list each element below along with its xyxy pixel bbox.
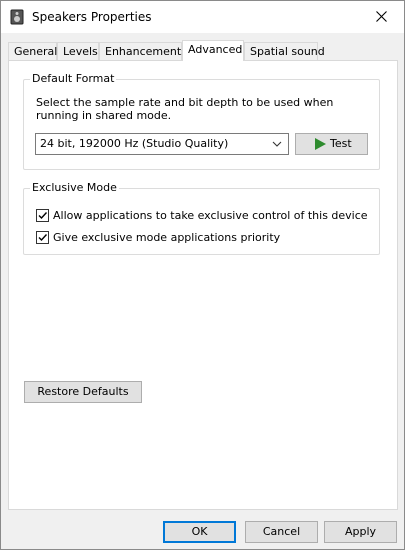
exclusive-mode-label: Exclusive Mode [30,181,119,194]
checkmark-icon [38,233,48,241]
advanced-panel: Default Format Select the sample rate an… [8,60,398,510]
tab-strip: General Levels Enhancements Advanced Spa… [8,40,398,61]
default-format-group: Default Format Select the sample rate an… [23,72,380,170]
chevron-down-icon [272,141,282,147]
format-dropdown-value: 24 bit, 192000 Hz (Studio Quality) [40,137,229,150]
format-dropdown[interactable]: 24 bit, 192000 Hz (Studio Quality) [35,133,289,155]
exclusive-priority-checkbox[interactable] [36,230,49,244]
exclusive-priority-option[interactable]: Give exclusive mode applications priorit… [36,230,280,244]
apply-button[interactable]: Apply [324,521,397,543]
exclusive-control-option[interactable]: Allow applications to take exclusive con… [36,208,368,222]
default-format-label: Default Format [30,72,117,85]
exclusive-priority-label: Give exclusive mode applications priorit… [53,230,281,244]
tab-enhancements[interactable]: Enhancements [99,42,187,61]
test-button-label: Test [330,137,352,150]
checkmark-icon [38,211,48,219]
exclusive-mode-group: Exclusive Mode Allow applications to tak… [23,181,380,255]
exclusive-control-checkbox[interactable] [36,208,49,222]
tab-general[interactable]: General [8,42,57,61]
cancel-button[interactable]: Cancel [245,521,318,543]
speakers-properties-dialog: Speakers Properties General Levels Enhan… [0,0,405,550]
close-icon [375,11,387,22]
test-button[interactable]: Test [295,133,368,155]
tab-advanced[interactable]: Advanced [182,40,244,61]
tab-levels[interactable]: Levels [57,42,99,61]
window-title: Speakers Properties [32,10,152,24]
ok-button[interactable]: OK [163,521,236,543]
close-button[interactable] [358,1,404,32]
speaker-icon [10,9,24,25]
default-format-description: Select the sample rate and bit depth to … [36,96,334,122]
title-bar: Speakers Properties [1,1,404,33]
exclusive-control-label: Allow applications to take exclusive con… [53,208,368,222]
tab-spatial-sound[interactable]: Spatial sound [244,42,325,61]
play-icon [315,138,326,150]
restore-defaults-button[interactable]: Restore Defaults [24,381,142,403]
